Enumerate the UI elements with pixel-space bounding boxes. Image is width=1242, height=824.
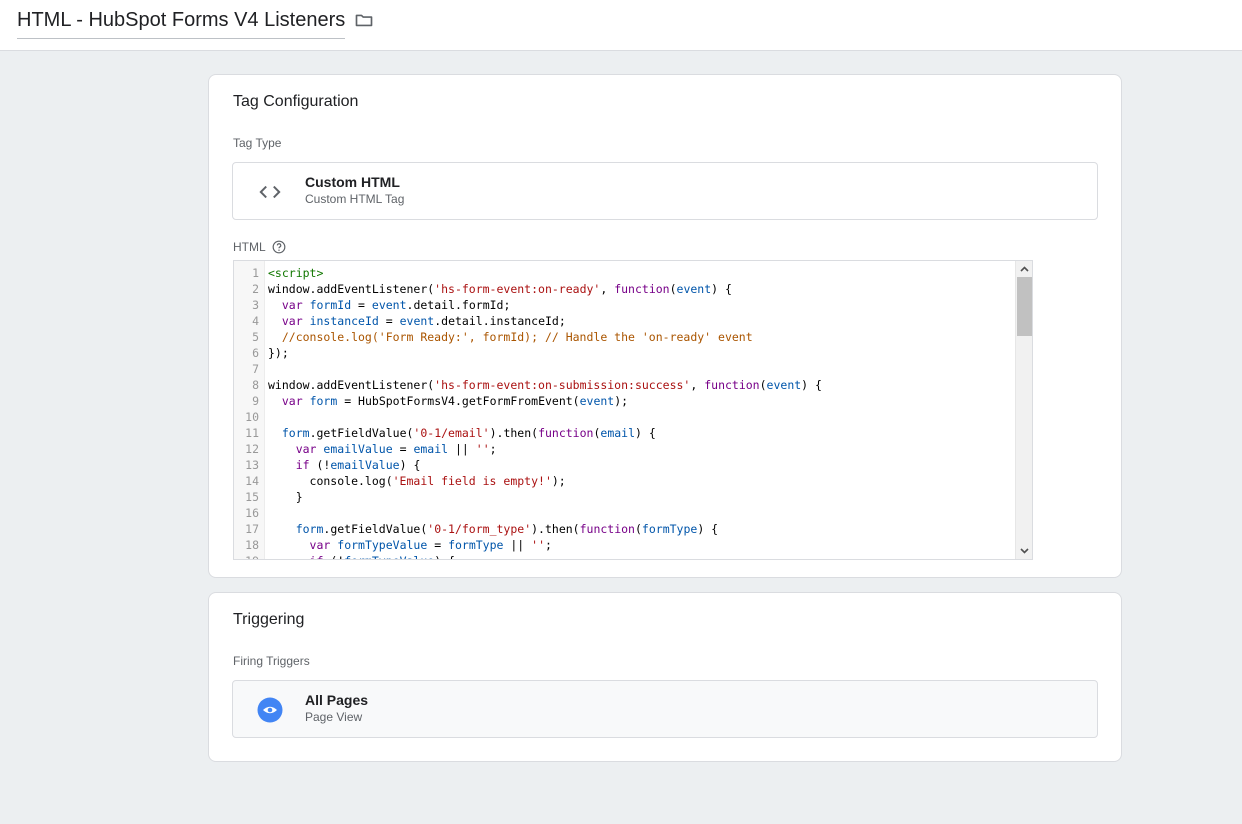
code-line[interactable]: 5 //console.log('Form Ready:', formId); … (234, 329, 1015, 345)
line-text: if (!formTypeValue) { (261, 553, 455, 559)
line-number: 10 (245, 410, 259, 424)
line-text (261, 505, 268, 521)
line-number: 4 (252, 314, 259, 328)
folder-icon[interactable] (353, 10, 375, 30)
code-line[interactable]: 11 form.getFieldValue('0-1/email').then(… (234, 425, 1015, 441)
line-number: 19 (234, 553, 261, 559)
scrollbar-thumb[interactable] (1017, 277, 1032, 336)
line-text: } (268, 490, 303, 504)
line-text: var instanceId = event.detail.instanceId… (281, 314, 566, 328)
triggering-heading: Triggering (233, 611, 305, 628)
line-number: 14 (245, 474, 259, 488)
line-number: 1 (252, 266, 259, 280)
line-number: 5 (252, 330, 259, 344)
line-text: form.getFieldValue('0-1/form_type').then… (295, 522, 719, 536)
line-text: }); (268, 346, 289, 360)
top-bar: HTML - HubSpot Forms V4 Listeners (0, 0, 1242, 51)
code-content[interactable]: 1 <script> 2 window.addEventListener('hs-fo… (234, 265, 1015, 559)
triggering-card[interactable]: Triggering Firing Triggers All Pages Pag… (208, 592, 1122, 762)
code-line[interactable]: 15 } (234, 489, 1015, 505)
line-number: 11 (245, 426, 259, 440)
line-text (261, 361, 268, 377)
code-line[interactable]: 1 <script> (234, 265, 1015, 281)
html-code-editor[interactable]: 1 <script> 2 window.addEventListener('hs-fo… (233, 260, 1033, 560)
line-number: 15 (245, 490, 259, 504)
line-number: 16 (245, 506, 259, 520)
line-text: var form = HubSpotFormsV4.getFormFromEve… (281, 394, 629, 408)
trigger-name: All Pages (305, 692, 369, 708)
code-line[interactable]: 6}); (234, 345, 1015, 361)
line-text: console.log('Email field is empty!'); (268, 474, 566, 488)
line-text: if (!emailValue) { (295, 458, 421, 472)
code-line[interactable]: 13 if (!emailValue) { (234, 457, 1015, 473)
line-number: 3 (252, 298, 259, 312)
code-line[interactable]: 9 var form = HubSpotFormsV4.getFormFromE… (234, 393, 1015, 409)
tag-configuration-card[interactable]: Tag Configuration Tag Type Custom HTML C… (208, 74, 1122, 578)
line-text: //console.log('Form Ready:', formId); //… (268, 330, 753, 344)
line-number: 18 (245, 538, 259, 552)
line-text: <script> (268, 266, 324, 280)
code-line[interactable]: 12 var emailValue = email || ''; (234, 441, 1015, 457)
tag-configuration-heading: Tag Configuration (233, 93, 359, 110)
code-line[interactable]: 4 var instanceId = event.detail.instance… (234, 313, 1015, 329)
code-line[interactable]: 7 (234, 361, 1015, 377)
line-text (261, 409, 268, 425)
line-text: var formId = event.detail.formId; (281, 298, 511, 312)
line-number: 8 (252, 378, 259, 392)
line-number: 6 (252, 346, 259, 360)
tag-type-selector[interactable]: Custom HTML Custom HTML Tag (232, 162, 1098, 220)
line-number: 13 (245, 458, 259, 472)
html-field-label: HTML (233, 240, 286, 254)
html-label-text: HTML (233, 240, 266, 254)
line-number: 7 (252, 362, 259, 376)
scroll-up-arrow-icon[interactable] (1016, 261, 1032, 277)
tag-name-title[interactable]: HTML - HubSpot Forms V4 Listeners (17, 8, 346, 39)
scroll-down-arrow-icon[interactable] (1016, 543, 1032, 559)
code-line[interactable]: 17 form.getFieldValue('0-1/form_type').t… (234, 521, 1015, 537)
firing-triggers-label: Firing Triggers (233, 654, 310, 668)
line-text: window.addEventListener('hs-form-event:o… (268, 378, 822, 392)
line-number: 17 (245, 522, 259, 536)
eye-icon (257, 697, 283, 723)
code-line[interactable]: 10 (234, 409, 1015, 425)
code-line[interactable]: 16 (234, 505, 1015, 521)
editor-scrollbar[interactable] (1015, 261, 1032, 559)
code-line[interactable]: 3 var formId = event.detail.formId; (234, 297, 1015, 313)
code-line[interactable]: 2 window.addEventListener('hs-form-event:… (234, 281, 1015, 297)
tag-type-description: Custom HTML Tag (305, 192, 405, 206)
tag-type-label: Tag Type (233, 136, 282, 150)
line-text: window.addEventListener('hs-form-event:o… (268, 282, 732, 296)
line-text: form.getFieldValue('0-1/email').then(fun… (281, 426, 656, 440)
trigger-all-pages[interactable]: All Pages Page View (232, 680, 1098, 738)
trigger-type: Page View (305, 710, 363, 724)
line-number: 9 (252, 394, 259, 408)
line-number: 2 (252, 282, 259, 296)
code-line[interactable]: 19 if (!formTypeValue) { (234, 553, 1015, 559)
code-line[interactable]: 8 window.addEventListener('hs-form-event:… (234, 377, 1015, 393)
line-number: 12 (245, 442, 259, 456)
code-line[interactable]: 14 console.log('Email field is empty!'); (234, 473, 1015, 489)
code-brackets-icon (259, 185, 281, 199)
line-text: var formTypeValue = formType || ''; (309, 538, 552, 552)
tag-type-name: Custom HTML (305, 174, 400, 190)
line-text: var emailValue = email || ''; (295, 442, 497, 456)
help-circle-icon[interactable] (272, 240, 286, 254)
code-line[interactable]: 18 var formTypeValue = formType || ''; (234, 537, 1015, 553)
